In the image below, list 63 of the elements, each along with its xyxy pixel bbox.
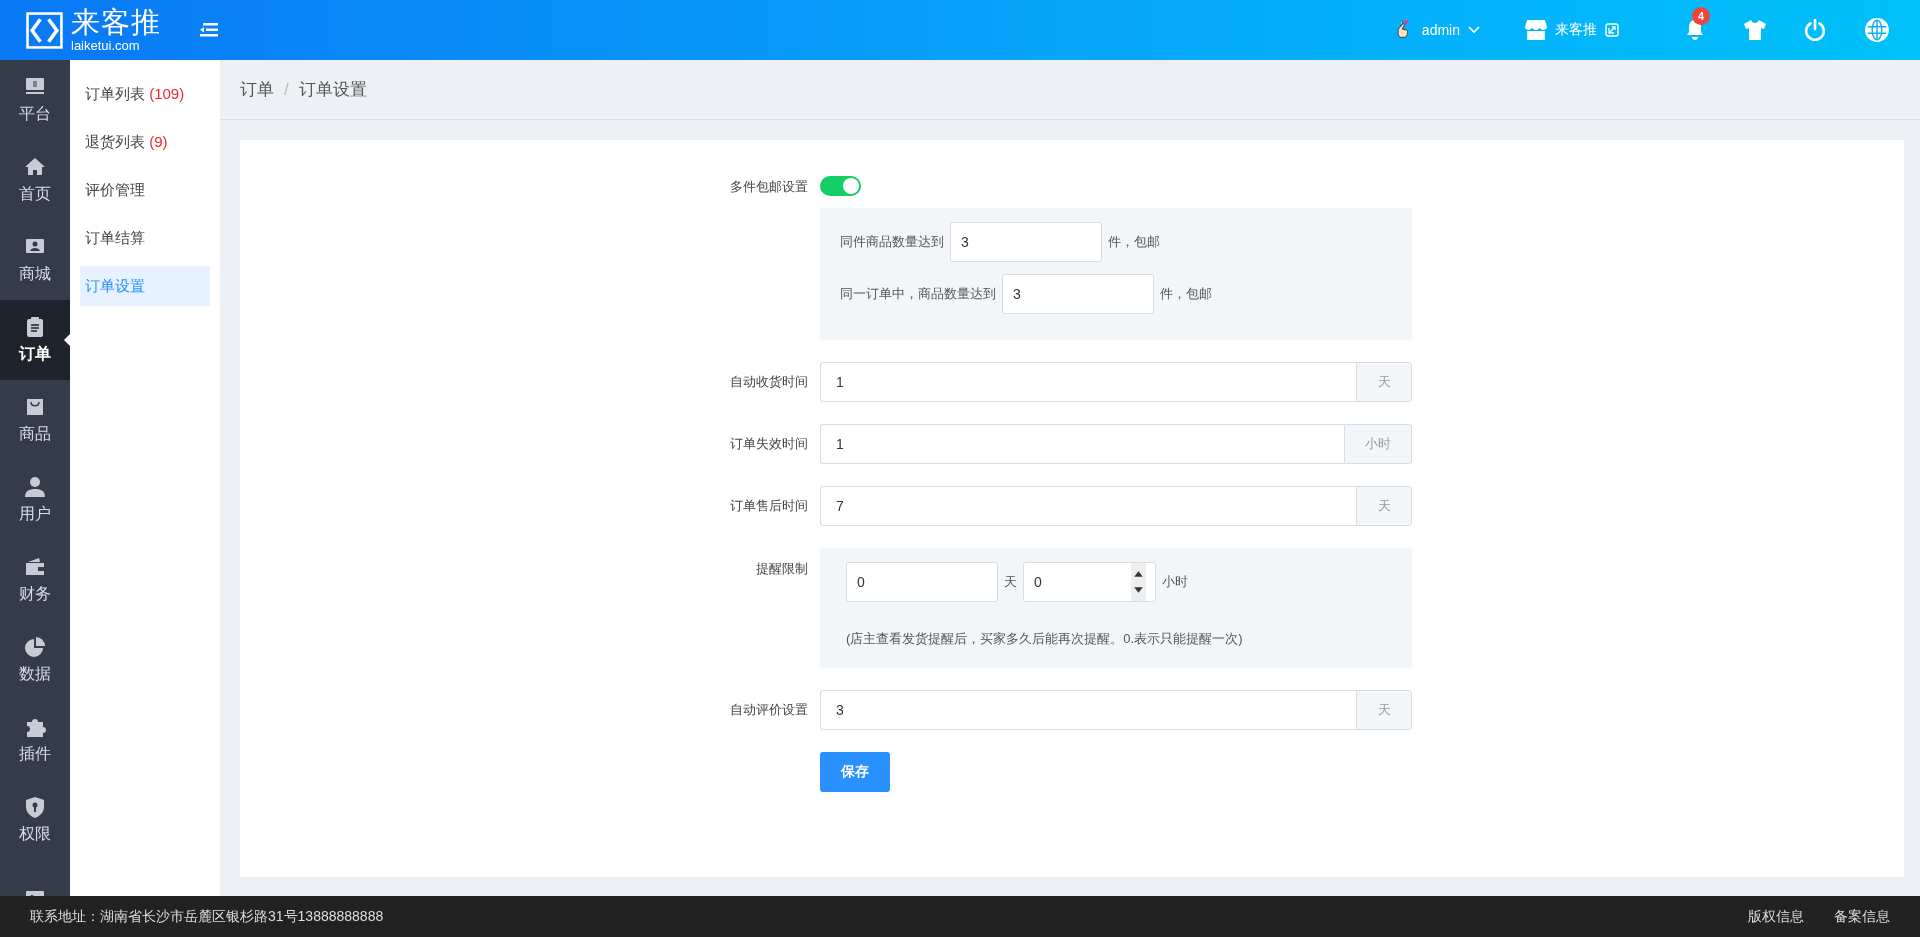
sidebar-item[interactable]: 首页 xyxy=(0,140,70,220)
logo-domain: laiketui.com xyxy=(71,39,141,52)
contact-address: 联系地址：湖南省长沙市岳麓区银杉路31号13888888888 xyxy=(30,907,384,926)
field-label: 自动收货时间 xyxy=(729,373,809,391)
unit-addon: 天 xyxy=(1356,362,1412,402)
unit-text: 件，包邮 xyxy=(1160,285,1212,303)
toggle-switch[interactable] xyxy=(820,176,861,196)
field-label: 订单失效时间 xyxy=(729,435,809,453)
unit-addon: 小时 xyxy=(1344,424,1412,464)
unit-addon: 天 xyxy=(1356,486,1412,526)
stepper-buttons[interactable] xyxy=(1131,563,1146,601)
field-label: 提醒限制 xyxy=(755,560,809,578)
input-field[interactable]: 3 xyxy=(950,222,1102,262)
chevron-down-icon xyxy=(1468,26,1480,34)
input-field[interactable]: 0 xyxy=(846,562,998,602)
sidebar-item[interactable]: 数据 xyxy=(0,620,70,700)
footer-link[interactable]: 版权信息 xyxy=(1748,907,1804,926)
globe-icon[interactable] xyxy=(1864,17,1890,43)
logo-name: 来客推 xyxy=(71,8,161,37)
rule-text: 同件商品数量达到 xyxy=(840,233,944,251)
footer-link[interactable]: 备案信息 xyxy=(1834,907,1890,926)
sidebar-item[interactable]: 财务 xyxy=(0,540,70,620)
notification-badge: 4 xyxy=(1692,7,1710,25)
sidebar-item[interactable]: 平台 xyxy=(0,60,70,140)
input-field[interactable]: 3 xyxy=(1002,274,1154,314)
menu-icon[interactable] xyxy=(200,23,218,37)
unit-text: 小时 xyxy=(1162,573,1188,591)
field-label: 订单售后时间 xyxy=(729,497,809,515)
hint-text: (店主查看发货提醒后，买家多久后能再次提醒。0.表示只能提醒一次) xyxy=(846,630,1244,648)
sidebar-item[interactable]: 商品 xyxy=(0,380,70,460)
rule-text: 同一订单中，商品数量达到 xyxy=(840,285,996,303)
sidebar-item[interactable]: 订单 xyxy=(0,300,70,380)
shield-icon xyxy=(24,795,46,818)
pie-chart-icon xyxy=(24,635,46,658)
sidebar-item[interactable]: 插件 xyxy=(0,700,70,780)
external-link-icon xyxy=(1605,23,1619,37)
home-icon xyxy=(24,155,46,178)
submenu-item[interactable]: 评价管理 xyxy=(80,166,210,214)
power-icon[interactable] xyxy=(1804,19,1826,41)
input-field[interactable]: 1 xyxy=(820,362,1356,402)
breadcrumb-item: 订单设置 xyxy=(298,79,367,101)
sidebar-item[interactable]: 商城 xyxy=(0,220,70,300)
breadcrumb-separator: / xyxy=(284,79,289,100)
sidebar-item[interactable]: 权限 xyxy=(0,780,70,860)
submenu-item[interactable]: 订单结算 xyxy=(80,214,210,262)
unit-text: 件，包邮 xyxy=(1108,233,1160,251)
unit-addon: 天 xyxy=(1356,690,1412,730)
breadcrumb-item[interactable]: 订单 xyxy=(240,78,274,101)
store-icon xyxy=(1525,19,1547,41)
input-field[interactable]: 1 xyxy=(820,424,1344,464)
input-field[interactable]: 3 xyxy=(820,690,1356,730)
sidebar-item[interactable]: 用户 xyxy=(0,460,70,540)
unit-text: 天 xyxy=(1004,573,1017,591)
input-field[interactable]: 7 xyxy=(820,486,1356,526)
submenu-item[interactable]: 退货列表 (9) xyxy=(80,118,210,166)
wallet-icon xyxy=(24,555,46,578)
submenu-item[interactable]: 订单列表 (109) xyxy=(80,70,210,118)
field-label: 自动评价设置 xyxy=(729,701,809,719)
user-icon xyxy=(24,475,46,498)
shirt-icon[interactable] xyxy=(1744,19,1766,41)
field-label: 多件包邮设置 xyxy=(729,178,809,196)
clipboard-icon xyxy=(24,315,46,338)
logo-icon xyxy=(26,11,63,49)
